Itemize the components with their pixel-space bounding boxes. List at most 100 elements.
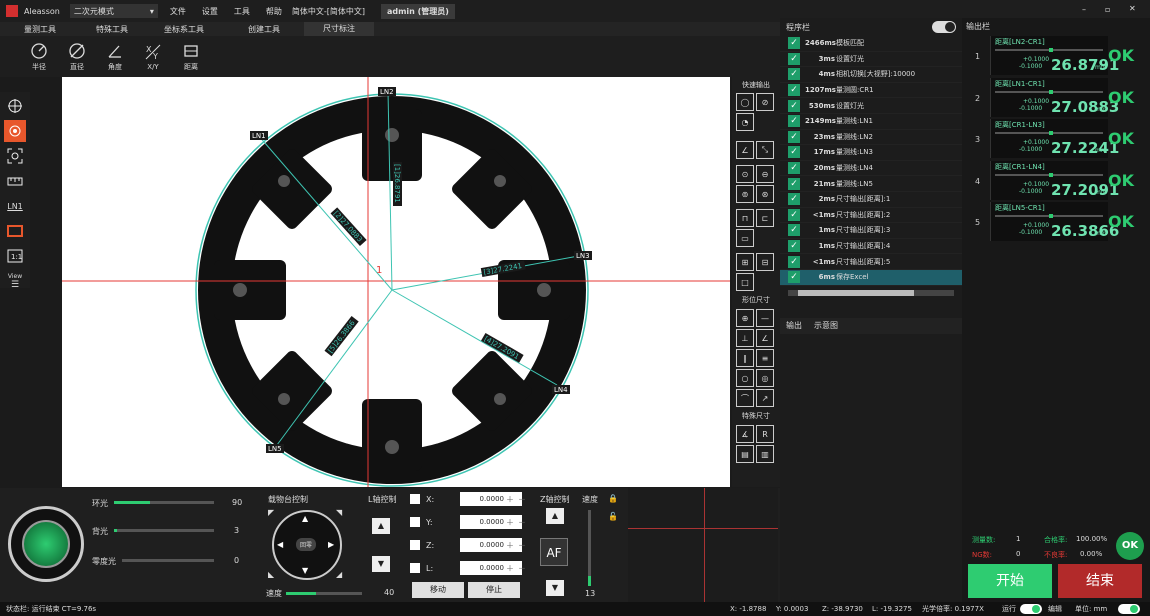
- program-item[interactable]: ✓ 17ms 量测线:LN3: [780, 145, 962, 161]
- run-edit-toggle[interactable]: [1020, 604, 1042, 614]
- z-speed-slider[interactable]: [588, 510, 591, 586]
- output-card[interactable]: 距离[LN2-CR1] +0.1000 -0.1000 26.8791 mm: [990, 36, 1119, 75]
- stage-up-icon[interactable]: ▲: [302, 514, 308, 523]
- menu-help[interactable]: 帮助: [266, 6, 282, 17]
- x-plus-icon[interactable]: ＋: [506, 494, 514, 505]
- line-gap-icon[interactable]: ⊏: [756, 209, 774, 227]
- check-icon[interactable]: ✓: [788, 240, 800, 253]
- check-icon[interactable]: ✓: [788, 193, 800, 206]
- frame-line-icon[interactable]: ⊟: [756, 253, 774, 271]
- angle-icon[interactable]: ∠: [736, 141, 754, 159]
- special-gauge-icon[interactable]: ▥: [756, 445, 774, 463]
- program-item[interactable]: ✓ 1207ms 量测圆:CR1: [780, 83, 962, 99]
- program-item[interactable]: ✓ 1ms 尺寸输出[距离]:3: [780, 223, 962, 239]
- z-checkbox[interactable]: [410, 540, 420, 550]
- menu-language[interactable]: 简体中文-[简体中文]: [292, 6, 365, 17]
- l-plus-icon[interactable]: ＋: [506, 563, 514, 574]
- move-button[interactable]: 移动: [412, 582, 464, 598]
- check-icon[interactable]: ✓: [788, 224, 800, 237]
- straightness-icon[interactable]: —: [756, 309, 774, 327]
- diameter-button[interactable]: 直径: [58, 37, 96, 77]
- check-icon[interactable]: ✓: [788, 84, 800, 97]
- program-item[interactable]: ✓ 4ms 相机切换[大视野]:10000: [780, 67, 962, 83]
- tab-dimension[interactable]: 尺寸标注: [304, 22, 374, 36]
- program-item[interactable]: ✓ 2466ms 模板匹配: [780, 36, 962, 52]
- z-axis-down-button[interactable]: ▼: [546, 580, 564, 596]
- line-distance-icon[interactable]: ⊓: [736, 209, 754, 227]
- check-icon[interactable]: ✓: [788, 52, 800, 65]
- program-toggle[interactable]: [932, 21, 956, 33]
- maximize-icon[interactable]: ▫: [1105, 5, 1110, 14]
- menu-file[interactable]: 文件: [170, 6, 186, 17]
- image-canvas[interactable]: 1 LN2 LN1 LN3 LN4 LN5 [1]26.8791 [2]27.0…: [62, 77, 730, 487]
- y-minus-icon[interactable]: －: [518, 517, 526, 528]
- stage-right-icon[interactable]: ▶: [328, 540, 334, 549]
- angle-button[interactable]: 角度: [96, 37, 134, 77]
- position-icon[interactable]: ⊕: [736, 309, 754, 327]
- box-icon[interactable]: [4, 220, 26, 242]
- x-minus-icon[interactable]: －: [518, 494, 526, 505]
- z-minus-icon[interactable]: －: [518, 540, 526, 551]
- program-item[interactable]: ✓ 2149ms 量测线:LN1: [780, 114, 962, 130]
- z-axis-up-button[interactable]: ▲: [546, 508, 564, 524]
- back-light-slider[interactable]: [114, 529, 214, 532]
- menu-settings[interactable]: 设置: [202, 6, 218, 17]
- y-plus-icon[interactable]: ＋: [506, 517, 514, 528]
- tab-coordinate[interactable]: 坐标系工具: [144, 24, 224, 35]
- lock-icon[interactable]: 🔒: [608, 494, 618, 503]
- symmetry-icon[interactable]: ≡: [756, 349, 774, 367]
- rect-icon[interactable]: ▭: [736, 229, 754, 247]
- output-card[interactable]: 距离[CR1-LN4] +0.1000 -0.1000 27.2091 mm: [990, 160, 1119, 200]
- program-item[interactable]: ✓ 20ms 量测线:LN4: [780, 161, 962, 177]
- close-icon[interactable]: ✕: [1129, 4, 1136, 13]
- arc-radius-icon[interactable]: ◔: [736, 113, 754, 131]
- program-item[interactable]: ✓ 2ms 尺寸输出[距离]:1: [780, 192, 962, 208]
- ruler-icon[interactable]: [4, 170, 26, 192]
- ring-light-slider[interactable]: [114, 501, 214, 504]
- stage-lr-icon[interactable]: ◢: [336, 570, 342, 579]
- x-checkbox[interactable]: [410, 494, 420, 504]
- mode-select[interactable]: 二次元模式 ▾: [69, 4, 158, 18]
- check-icon[interactable]: ✓: [788, 115, 800, 128]
- circle-offset-icon[interactable]: ⊛: [756, 185, 774, 203]
- circle-pair-icon[interactable]: ⊚: [736, 185, 754, 203]
- parallel-icon[interactable]: ∥: [736, 349, 754, 367]
- square-icon[interactable]: □: [736, 273, 754, 291]
- concentric-icon[interactable]: ◎: [756, 369, 774, 387]
- program-scrollbar[interactable]: [788, 289, 954, 296]
- program-item[interactable]: ✓ 3ms 设置灯光: [780, 52, 962, 68]
- special-angle-icon[interactable]: ∡: [736, 425, 754, 443]
- tab-output[interactable]: 输出: [780, 320, 808, 331]
- tab-measure[interactable]: 量测工具: [0, 24, 80, 35]
- angularity-icon[interactable]: ∠: [756, 329, 774, 347]
- unit-toggle[interactable]: [1118, 604, 1140, 614]
- y-checkbox[interactable]: [410, 517, 420, 527]
- view-icon[interactable]: View ☰: [4, 270, 26, 292]
- tab-create[interactable]: 创建工具: [224, 24, 304, 35]
- roundness-icon[interactable]: ○: [736, 369, 754, 387]
- special-ruler-icon[interactable]: ▤: [736, 445, 754, 463]
- radius-icon[interactable]: ◯: [736, 93, 754, 111]
- stage-ur-icon[interactable]: ◥: [336, 508, 342, 517]
- check-icon[interactable]: ✓: [788, 37, 800, 50]
- crosshair-icon[interactable]: [4, 95, 26, 117]
- diameter-icon[interactable]: ⊘: [756, 93, 774, 111]
- program-item[interactable]: ✓ 21ms 量测线:LN5: [780, 176, 962, 192]
- stage-ul-icon[interactable]: ◤: [268, 508, 274, 517]
- check-icon[interactable]: ✓: [788, 255, 800, 268]
- check-icon[interactable]: ✓: [788, 177, 800, 190]
- check-icon[interactable]: ✓: [788, 130, 800, 143]
- output-card[interactable]: 距离[LN1-CR1] +0.1000 -0.1000 27.0883 mm: [990, 77, 1119, 117]
- tab-special[interactable]: 特殊工具: [80, 24, 144, 35]
- perpendicular-icon[interactable]: ⊥: [736, 329, 754, 347]
- stage-home-button[interactable]: 回零: [296, 538, 317, 551]
- program-item[interactable]: ✓ 530ms 设置灯光: [780, 98, 962, 114]
- circle-distance-icon[interactable]: ⊙: [736, 165, 754, 183]
- l-axis-down-button[interactable]: ▼: [372, 556, 390, 572]
- special-r-icon[interactable]: R: [756, 425, 774, 443]
- stage-down-icon[interactable]: ▼: [302, 566, 308, 575]
- stage-speed-slider[interactable]: [286, 592, 362, 595]
- line-icon[interactable]: LN1: [4, 195, 26, 217]
- user-badge[interactable]: admin (管理员): [380, 3, 455, 19]
- output-card[interactable]: 距离[CR1-LN3] +0.1000 -0.1000 27.2241 mm: [990, 119, 1119, 158]
